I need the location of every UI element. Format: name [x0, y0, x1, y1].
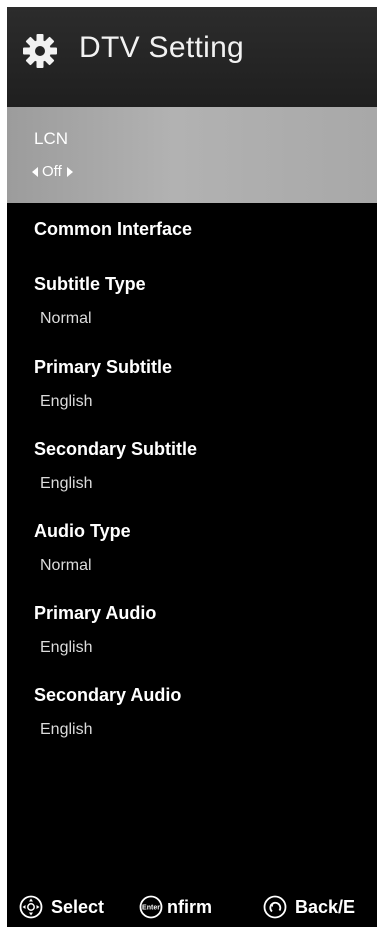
arrow-left-icon[interactable]: [32, 166, 38, 177]
menu-item-lcn[interactable]: LCN Off: [7, 107, 377, 203]
tv-screen: DTV Setting LCN Off Common Interface Sub…: [7, 7, 377, 927]
menu-item-value: English: [40, 475, 93, 492]
enter-icon: Enter: [139, 895, 163, 919]
back-hint-label: Back/E: [295, 896, 356, 917]
menu-item-value: Normal: [40, 310, 92, 327]
back-hint: Back/E: [263, 887, 355, 927]
page-title: DTV Setting: [79, 31, 245, 64]
confirm-hint: Enter nfirm: [139, 887, 212, 927]
menu-item-value: Normal: [40, 557, 92, 574]
menu-item-value: English: [40, 721, 93, 738]
confirm-hint-label: nfirm: [167, 896, 212, 917]
enter-icon-text: Enter: [142, 905, 160, 912]
menu-item-label: Secondary Audio: [34, 685, 182, 705]
menu-item-label: Primary Audio: [34, 603, 157, 623]
dpad-icon: [19, 895, 43, 919]
menu-item-value: English: [40, 393, 93, 410]
menu-item-value: English: [40, 639, 93, 656]
menu-item-label: Primary Subtitle: [34, 357, 173, 377]
select-hint-label: Select: [51, 896, 105, 917]
lcn-value: Off: [42, 163, 62, 180]
header: DTV Setting: [7, 7, 377, 107]
menu-item-label: Audio Type: [34, 521, 131, 541]
menu-item-label: Subtitle Type: [34, 274, 146, 294]
select-hint: Select: [19, 887, 104, 927]
menu-item-label: Secondary Subtitle: [34, 439, 198, 459]
key-hint-bar: Select Enter nfirm Back/E: [7, 887, 377, 927]
lcn-value-selector[interactable]: Off: [32, 163, 73, 180]
menu-item-label: Common Interface: [34, 219, 193, 239]
menu-item-label: LCN: [34, 129, 69, 148]
back-icon: [263, 895, 287, 919]
gear-icon: [23, 34, 57, 68]
arrow-right-icon[interactable]: [66, 166, 73, 177]
